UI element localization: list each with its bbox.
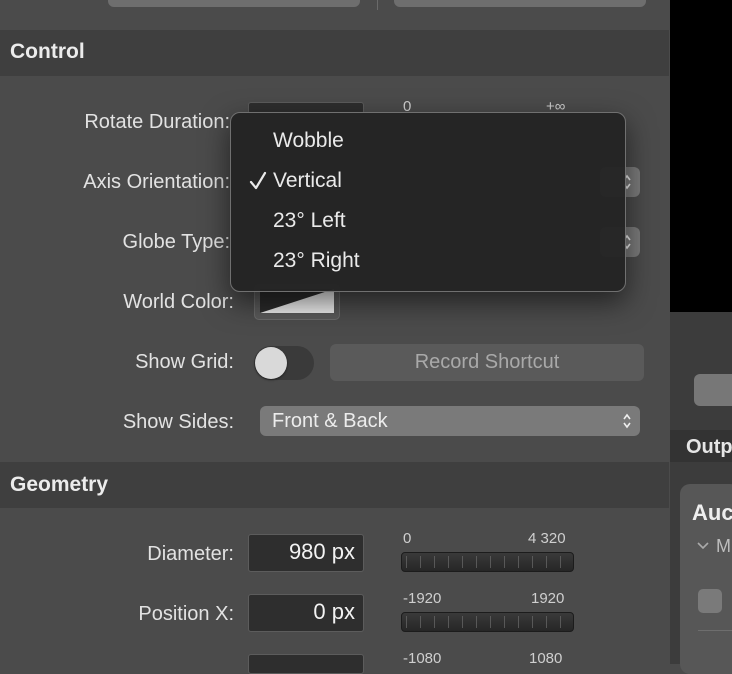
axis-orientation-menu: Wobble Vertical 23° Left 23° Right	[230, 112, 626, 292]
output-header-label: Outp	[686, 436, 732, 458]
audio-card-title: Auc	[692, 500, 732, 525]
preview-area	[670, 0, 732, 312]
globe-type-label: Globe Type:	[122, 231, 230, 253]
position-x-field[interactable]: 0 px	[248, 594, 364, 632]
audio-card-sub: M	[716, 536, 731, 556]
diameter-jog-slider[interactable]	[401, 552, 574, 572]
menu-item-label: 23° Left	[273, 209, 346, 232]
show-sides-value: Front & Back	[272, 410, 388, 432]
show-sides-label: Show Sides:	[122, 411, 234, 433]
menu-item-wobble[interactable]: Wobble	[231, 124, 625, 160]
menu-item-23-right[interactable]: 23° Right	[231, 244, 625, 280]
geometry-section-header: Geometry	[0, 462, 669, 508]
top-field-left[interactable]	[108, 0, 360, 7]
toggle-knob	[255, 347, 287, 379]
right-panel-button[interactable]	[694, 374, 732, 406]
position-y-min: -1080	[403, 650, 442, 667]
rotate-duration-label: Rotate Duration:	[84, 111, 230, 133]
output-header: Outp	[670, 430, 732, 462]
geometry-section-title: Geometry	[10, 473, 109, 496]
chevron-down-icon[interactable]	[696, 541, 710, 551]
axis-orientation-label: Axis Orientation:	[83, 171, 230, 193]
position-x-jog-slider[interactable]	[401, 612, 574, 632]
diameter-field[interactable]: 980 px	[248, 534, 364, 572]
show-grid-toggle[interactable]	[254, 346, 314, 380]
menu-item-label: Wobble	[273, 129, 344, 152]
position-y-field[interactable]	[248, 654, 364, 674]
audio-card: Auc M	[680, 484, 732, 674]
color-swatch	[260, 289, 334, 313]
control-section-title: Control	[10, 40, 85, 63]
control-section-header: Control	[0, 30, 669, 76]
top-field-right[interactable]	[394, 0, 646, 7]
position-y-max: 1080	[529, 650, 563, 667]
show-grid-label: Show Grid:	[135, 351, 234, 373]
divider	[377, 0, 378, 10]
diameter-label: Diameter:	[147, 543, 234, 565]
stepper-arrows-icon	[623, 413, 631, 429]
position-x-min: -1920	[403, 590, 442, 607]
menu-item-label: Vertical	[273, 169, 342, 192]
position-x-max: 1920	[531, 590, 565, 607]
divider	[698, 630, 732, 631]
diameter-max: 4 320	[528, 530, 566, 547]
diameter-min: 0	[403, 530, 412, 547]
menu-item-label: 23° Right	[273, 249, 360, 272]
record-shortcut-button[interactable]: Record Shortcut	[330, 344, 644, 381]
checkbox[interactable]	[698, 589, 722, 613]
menu-item-23-left[interactable]: 23° Left	[231, 204, 625, 240]
world-color-label: World Color:	[123, 291, 234, 313]
menu-item-vertical[interactable]: Vertical	[231, 164, 625, 200]
show-sides-select[interactable]: Front & Back	[260, 406, 640, 436]
checkmark-icon	[249, 171, 267, 190]
position-x-label: Position X:	[138, 603, 234, 625]
